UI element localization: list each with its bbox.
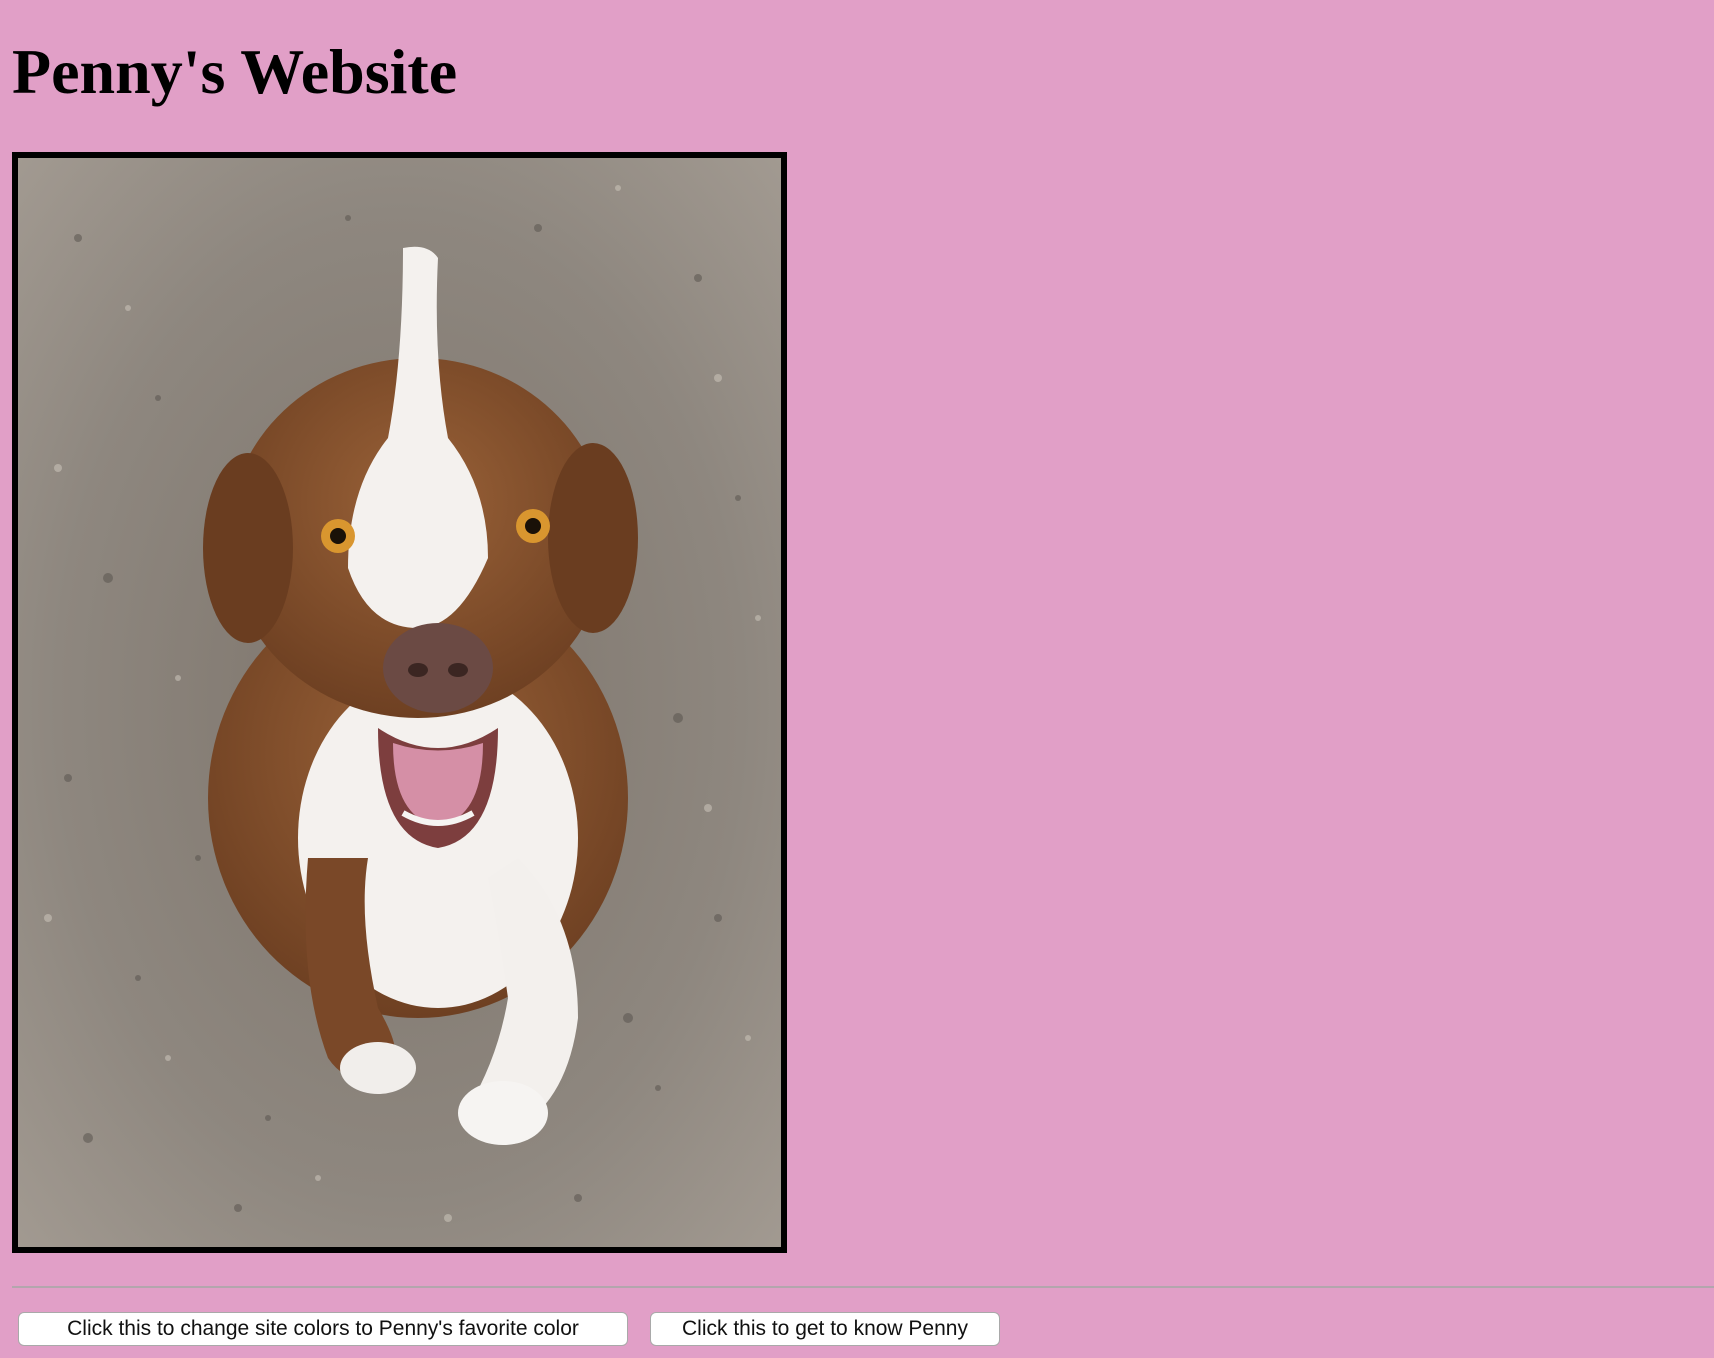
divider bbox=[12, 1286, 1714, 1288]
change-colors-button[interactable]: Click this to change site colors to Penn… bbox=[18, 1312, 628, 1346]
page-title: Penny's Website bbox=[12, 36, 458, 107]
dog-photo bbox=[12, 152, 787, 1253]
get-to-know-penny-button[interactable]: Click this to get to know Penny bbox=[650, 1312, 1000, 1346]
